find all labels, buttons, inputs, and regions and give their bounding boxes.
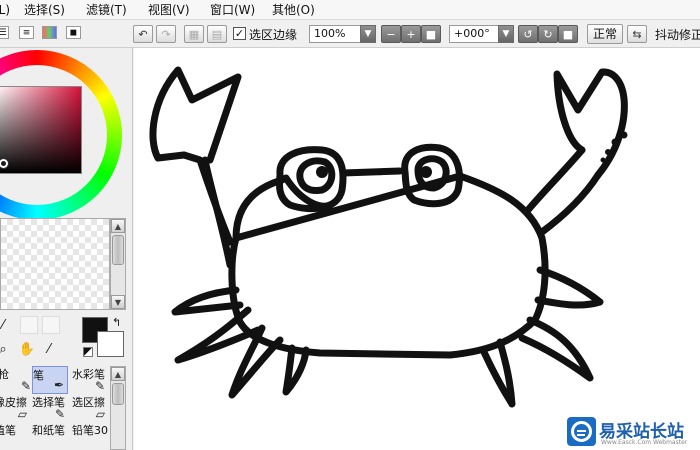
brush-washi-pen[interactable]: 和纸笔 xyxy=(32,422,68,450)
brush-label: 和纸笔 xyxy=(32,424,65,437)
rgb-slider-tab[interactable]: ≡ xyxy=(19,26,34,39)
left-leg-4 xyxy=(282,344,310,396)
brush-pencil30[interactable]: 铅笔30 xyxy=(72,422,108,450)
rotate-right-icon[interactable]: ↻ xyxy=(538,25,558,43)
rotation-reset-icon[interactable]: ■ xyxy=(558,25,578,43)
brush-label: 铅笔30 xyxy=(72,424,108,437)
airbrush-icon: ✎ xyxy=(20,379,31,393)
scratchpad-tab[interactable]: ◼ xyxy=(66,26,81,39)
menu-filter[interactable]: 滤镜(T) xyxy=(86,0,148,20)
undo-icon[interactable]: ↶ xyxy=(133,25,153,43)
brush-airbrush[interactable]: 枪 ✎ xyxy=(0,366,34,394)
color-wheel-tab[interactable]: ☰ xyxy=(0,26,9,39)
menu-other[interactable]: 其他(O) xyxy=(272,0,332,20)
left-claw xyxy=(149,66,242,164)
toolbar: ☰ ≡ ◼ ↶ ↷ ▦ ▤ ✓ 选区边缘 100% ▼ − + ■ +000° … xyxy=(0,20,700,48)
drawing-canvas[interactable] xyxy=(134,48,700,450)
right-claw xyxy=(553,68,628,179)
scroll-down-icon[interactable]: ▼ xyxy=(111,295,125,309)
swatch-tab[interactable] xyxy=(42,26,57,39)
brush-label: 枪 xyxy=(0,366,9,382)
menu-layer[interactable]: (L) xyxy=(0,0,24,20)
invert-selection-icon[interactable]: ▤ xyxy=(207,25,227,43)
scroll-up-icon[interactable]: ▲ xyxy=(111,367,125,381)
redo-icon[interactable]: ↷ xyxy=(156,25,176,43)
menu-select[interactable]: 选择(S) xyxy=(24,0,86,20)
menu-window[interactable]: 窗口(W) xyxy=(210,0,272,20)
zoom-in-icon[interactable]: + xyxy=(401,25,421,43)
magic-wand-icon[interactable]: ⁄ xyxy=(0,316,12,334)
eyedropper-icon[interactable]: ⁄ xyxy=(40,340,58,358)
zoom-dropdown-arrow-icon[interactable]: ▼ xyxy=(360,25,376,43)
zoom-reset-icon[interactable]: ■ xyxy=(421,25,441,43)
stabilizer-label: 抖动修正 xyxy=(655,28,700,42)
tool-slot-icon[interactable] xyxy=(20,316,38,334)
scroll-thumb[interactable] xyxy=(112,383,124,405)
crab-body xyxy=(228,167,549,359)
swap-colors-icon[interactable]: ↰ xyxy=(112,316,121,329)
background-color-swatch[interactable] xyxy=(97,331,124,357)
zoom-field[interactable]: 100% xyxy=(309,25,367,43)
brush-grid-scrollbar[interactable]: ▲ xyxy=(110,366,126,450)
watercolor-brush-icon: ✎ xyxy=(94,379,105,393)
watermark: 易采站长站 Www.Easck.Com Webmaster xyxy=(565,413,700,450)
selection-edge-checkbox[interactable]: ✓ xyxy=(233,27,246,40)
brush-label: 笔 xyxy=(33,369,44,382)
watermark-logo-icon xyxy=(567,417,596,446)
brush-label: 值笔 xyxy=(0,424,16,437)
scratchpad[interactable] xyxy=(0,218,110,310)
watermark-subtext: Www.Easck.Com Webmaster xyxy=(601,439,688,446)
zoom-tool-icon[interactable]: ⌕ xyxy=(0,340,12,358)
pen-icon: ✒ xyxy=(53,378,64,392)
default-colors-icon[interactable] xyxy=(83,347,93,357)
rotation-dropdown-arrow-icon[interactable]: ▼ xyxy=(498,25,514,43)
zoom-out-icon[interactable]: − xyxy=(381,25,401,43)
brush-tool-grid: 枪 ✎ 笔 ✒ 水彩笔 ✎ 橡皮擦 ▱ 选择笔 ✎ 选区擦 ▱ xyxy=(0,366,110,450)
left-arm-lower xyxy=(201,156,234,269)
saturation-value-square[interactable] xyxy=(0,86,82,174)
brush-marker[interactable]: 值笔 xyxy=(0,422,30,450)
brush-pen[interactable]: 笔 ✒ xyxy=(32,366,68,394)
deselect-icon[interactable]: ▦ xyxy=(184,25,204,43)
scratchpad-scrollbar[interactable]: ▲ ▼ xyxy=(110,218,126,310)
brush-watercolor[interactable]: 水彩笔 ✎ xyxy=(72,366,108,394)
tool-slot-icon[interactable] xyxy=(42,316,60,334)
left-panel: ▲ ▼ ⁄ ⌕ ✋ ⁄ ↰ 枪 ✎ 笔 ✒ 水彩笔 ✎ xyxy=(0,48,133,450)
right-leg-2 xyxy=(518,316,594,382)
selection-edge-label: 选区边缘 xyxy=(249,28,298,42)
left-leg-1 xyxy=(171,286,244,316)
eraser-icon: ▱ xyxy=(17,407,27,421)
scroll-up-icon[interactable]: ▲ xyxy=(111,219,125,233)
crab-drawing xyxy=(149,66,628,408)
selection-eraser-icon: ▱ xyxy=(95,407,105,421)
brush-selection-eraser[interactable]: 选区擦 ▱ xyxy=(72,394,108,422)
selection-pen-icon: ✎ xyxy=(54,407,65,421)
rotate-left-icon[interactable]: ↺ xyxy=(518,25,538,43)
left-leg-2 xyxy=(174,306,262,364)
blend-mode-button[interactable]: 正常 xyxy=(587,24,623,44)
scroll-thumb[interactable] xyxy=(112,235,124,265)
hand-tool-icon[interactable]: ✋ xyxy=(18,340,36,358)
brush-eraser[interactable]: 橡皮擦 ▱ xyxy=(0,394,30,422)
menu-view[interactable]: 视图(V) xyxy=(148,0,210,20)
left-eye-inner xyxy=(296,157,336,194)
paint-tool-window: (L) 选择(S) 滤镜(T) 视图(V) 窗口(W) 其他(O) ☰ ≡ ◼ … xyxy=(0,0,700,450)
brush-selection-pen[interactable]: 选择笔 ✎ xyxy=(32,394,68,422)
flip-horizontal-icon[interactable]: ⇆ xyxy=(627,25,647,43)
menu-bar: (L) 选择(S) 滤镜(T) 视图(V) 窗口(W) 其他(O) xyxy=(0,0,700,20)
